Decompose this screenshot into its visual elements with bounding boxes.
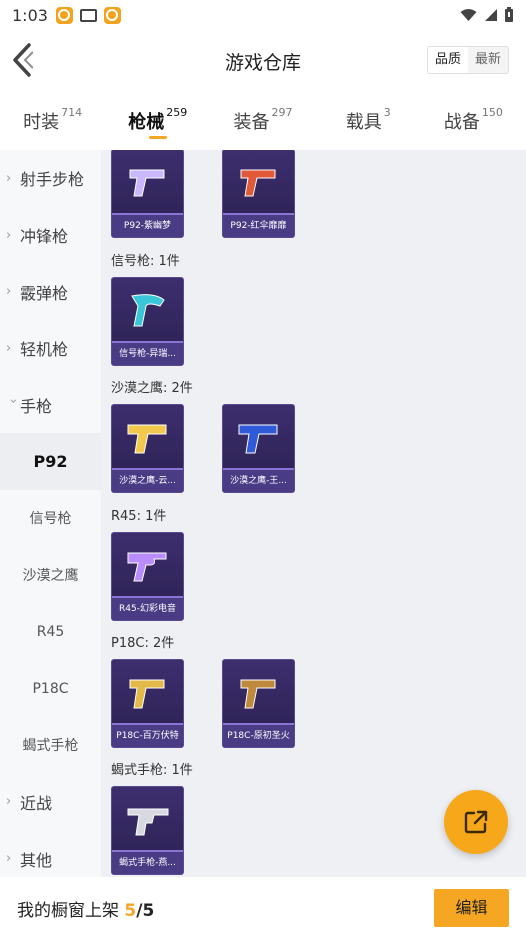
- weapon-card-label: 沙漠之鹰-王...: [223, 470, 294, 492]
- weapon-card-label: P92-红伞靡靡: [223, 215, 294, 237]
- weapon-card[interactable]: P92-紫幽梦: [111, 150, 184, 238]
- weapon-card[interactable]: 蝎式手枪-燕...: [111, 786, 184, 875]
- weapon-card-label: 蝎式手枪-燕...: [112, 852, 183, 874]
- chevron-right-icon: ›: [6, 227, 12, 243]
- sidebar-item-label: 霰弹枪: [20, 283, 69, 303]
- group-title: 沙漠之鹰: 2件: [111, 381, 193, 396]
- flare-gun-icon: [131, 294, 165, 327]
- sidebar-subitem-r45[interactable]: R45: [0, 604, 101, 661]
- tab-tactical[interactable]: 战备 150: [421, 96, 526, 150]
- sidebar-subitem-p92[interactable]: P92: [0, 433, 101, 491]
- pistol-icon: [238, 424, 278, 454]
- status-time: 1:03: [12, 5, 48, 25]
- signal-icon: [485, 9, 497, 21]
- tab-count: 3: [383, 106, 391, 119]
- sidebar-item-marksman-rifle[interactable]: › 射手步枪: [0, 150, 101, 207]
- weapon-card-label: 沙漠之鹰-云...: [112, 470, 183, 492]
- chevron-right-icon: ›: [6, 340, 12, 356]
- sort-option-quality[interactable]: 品质: [428, 47, 468, 73]
- revolver-icon: [127, 552, 167, 582]
- sidebar-item-label: 射手步枪: [20, 170, 85, 190]
- weapon-card-label: R45-幻彩电音: [112, 598, 183, 620]
- weapon-card[interactable]: R45-幻彩电音: [111, 532, 184, 621]
- tab-count: 150: [481, 106, 503, 119]
- sidebar-item-other[interactable]: › 其他: [0, 830, 101, 877]
- pistol-icon: [129, 169, 165, 197]
- weapon-type-sidebar: › 射手步枪 › 冲锋枪 › 霰弹枪 › 轻机枪 › 手枪 P92 信号枪 沙漠之鹰 R4…: [0, 150, 101, 877]
- battery-icon: [505, 7, 513, 22]
- tab-count: 714: [61, 106, 83, 119]
- weapon-card-label: P92-紫幽梦: [112, 215, 183, 237]
- pistol-icon: [240, 679, 276, 709]
- group-title: 信号枪: 1件: [111, 254, 180, 269]
- showcase-bar: 我的橱窗上架 5/5 编辑: [0, 877, 526, 939]
- active-tab-indicator: [148, 136, 167, 139]
- weapon-card[interactable]: 沙漠之鹰-王...: [222, 404, 295, 493]
- weapon-list: P92-紫幽梦 P92-红伞靡靡 信号枪: 1件 信号枪-异瑞... 沙漠之鹰:…: [101, 150, 526, 877]
- sidebar-subitem-desert-eagle[interactable]: 沙漠之鹰: [0, 547, 101, 604]
- showcase-status: 我的橱窗上架 5/5: [17, 896, 154, 921]
- tab-vehicles[interactable]: 载具 3: [316, 96, 421, 150]
- sidebar-item-pistol[interactable]: › 手枪: [0, 377, 101, 434]
- tab-label: 战备: [443, 112, 480, 133]
- sidebar-item-melee[interactable]: › 近战: [0, 774, 101, 831]
- machine-pistol-icon: [127, 808, 169, 836]
- sidebar-subitem-flare-gun[interactable]: 信号枪: [0, 490, 101, 547]
- tab-weapons[interactable]: 枪械 259: [105, 96, 210, 150]
- weapon-card[interactable]: 沙漠之鹰-云...: [111, 404, 184, 493]
- tab-fashion[interactable]: 时装 714: [0, 96, 105, 150]
- weapon-card[interactable]: 信号枪-异瑞...: [111, 277, 184, 366]
- sidebar-item-label: 冲锋枪: [20, 227, 69, 247]
- sort-option-newest[interactable]: 最新: [468, 47, 508, 73]
- weapon-card[interactable]: P92-红伞靡靡: [222, 150, 295, 238]
- status-bar: 1:03: [0, 0, 526, 30]
- tab-label: 装备: [233, 112, 270, 133]
- tab-count: 259: [166, 106, 188, 119]
- chevron-right-icon: ›: [6, 170, 12, 186]
- sidebar-subitem-p18c[interactable]: P18C: [0, 660, 101, 717]
- category-tabs: 时装 714 枪械 259 装备 297 载具 3 战备 150: [0, 96, 526, 150]
- wifi-icon: [460, 9, 477, 21]
- pistol-icon: [127, 424, 167, 454]
- showcase-count: 5: [124, 900, 137, 921]
- weapon-card[interactable]: P18C-百万伏特: [111, 659, 184, 748]
- tab-label: 载具: [345, 112, 382, 133]
- header: 游戏仓库 品质 最新: [0, 30, 526, 92]
- sidebar-subitem-skorpion[interactable]: 蝎式手枪: [0, 717, 101, 774]
- edit-button[interactable]: 编辑: [434, 889, 509, 927]
- pistol-icon: [129, 679, 165, 709]
- sidebar-item-lmg[interactable]: › 轻机枪: [0, 320, 101, 377]
- share-external-icon: [464, 810, 488, 834]
- group-title: R45: 1件: [111, 509, 167, 524]
- app-icon: [103, 6, 121, 24]
- sidebar-item-smg[interactable]: › 冲锋枪: [0, 207, 101, 264]
- tab-equipment[interactable]: 装备 297: [210, 96, 315, 150]
- chevron-right-icon: ›: [6, 851, 12, 867]
- weapon-card[interactable]: P18C-原初圣火: [222, 659, 295, 748]
- group-title: P18C: 2件: [111, 636, 175, 651]
- mail-icon: [79, 8, 97, 22]
- sort-toggle: 品质 最新: [427, 46, 509, 74]
- chevron-down-icon: ›: [5, 398, 21, 404]
- chevron-right-icon: ›: [6, 284, 12, 300]
- showcase-label: 我的橱窗上架: [17, 900, 119, 921]
- tab-count: 297: [271, 106, 293, 119]
- sidebar-item-label: 轻机枪: [20, 340, 69, 360]
- sidebar-item-label: 近战: [20, 793, 53, 813]
- sidebar-item-shotgun[interactable]: › 霰弹枪: [0, 263, 101, 320]
- weapon-card-label: P18C-百万伏特: [112, 725, 183, 747]
- sidebar-item-label: 其他: [20, 850, 53, 870]
- showcase-total: 5: [142, 900, 155, 921]
- weapon-card-label: P18C-原初圣火: [223, 725, 294, 747]
- share-button[interactable]: [444, 790, 508, 854]
- weapon-card-label: 信号枪-异瑞...: [112, 343, 183, 365]
- app-icon: [55, 6, 73, 24]
- tab-label: 时装: [23, 112, 60, 133]
- group-title: 蝎式手枪: 1件: [111, 763, 193, 778]
- chevron-right-icon: ›: [6, 794, 12, 810]
- sidebar-item-label: 手枪: [20, 397, 53, 417]
- pistol-icon: [240, 169, 276, 197]
- tab-label: 枪械: [128, 112, 165, 133]
